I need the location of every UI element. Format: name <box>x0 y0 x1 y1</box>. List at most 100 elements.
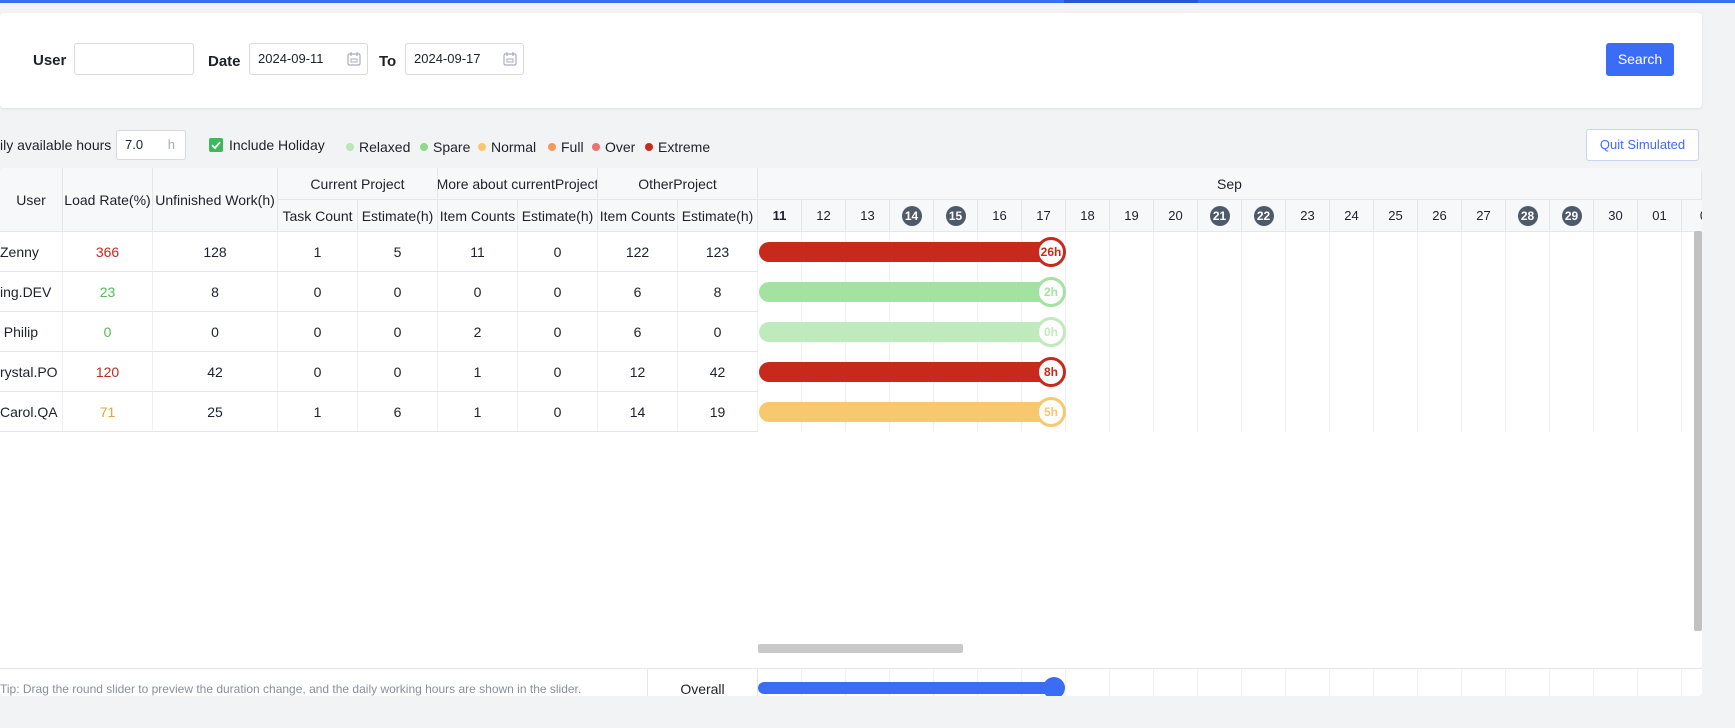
gantt-day-21: 21 <box>1198 200 1242 232</box>
horizontal-scrollbar[interactable] <box>758 644 963 653</box>
cell-current-estimate: 6 <box>358 392 438 432</box>
workload-bar-handle[interactable]: 0h <box>1036 317 1066 347</box>
cell-other-item-counts: 122 <box>598 232 678 272</box>
cell-load-rate: 366 <box>63 232 153 272</box>
date-to-value: 2024-09-17 <box>414 51 481 66</box>
cell-more-item-counts: 0 <box>438 272 518 312</box>
cell-other-item-counts: 6 <box>598 272 678 312</box>
header-other-estimate: Estimate(h) <box>678 200 758 232</box>
day-label: 24 <box>1344 208 1359 223</box>
day-label: 18 <box>1080 208 1095 223</box>
gantt-grid-line <box>1461 232 1462 432</box>
cell-load-rate: 23 <box>63 272 153 312</box>
workload-bar-handle[interactable]: 5h <box>1036 397 1066 427</box>
gantt-day-22: 22 <box>1242 200 1286 232</box>
date-filter-label: Date <box>208 53 241 70</box>
include-holiday-checkbox[interactable] <box>209 138 223 152</box>
cell-unfinished-work: 42 <box>153 352 278 392</box>
cell-more-estimate: 0 <box>518 392 598 432</box>
cell-other-item-counts: 14 <box>598 392 678 432</box>
cell-other-estimate: 123 <box>678 232 758 272</box>
cell-unfinished-work: 25 <box>153 392 278 432</box>
legend-item: Over <box>592 139 635 155</box>
cell-other-estimate: 0 <box>678 312 758 352</box>
gantt-month-header: Sep <box>758 168 1702 200</box>
weekend-day-badge: 21 <box>1209 205 1230 226</box>
date-from-value: 2024-09-11 <box>258 51 324 66</box>
workload-bar[interactable] <box>759 402 1057 422</box>
gantt-grid-line <box>1329 232 1330 432</box>
cell-user: ing.DEV <box>0 272 63 312</box>
workload-bar[interactable] <box>759 362 1057 382</box>
gantt-grid-line <box>1549 232 1550 432</box>
weekend-day-badge: 28 <box>1517 205 1538 226</box>
daily-hours-input[interactable]: 7.0 h <box>116 130 186 160</box>
workload-bar[interactable] <box>759 242 1057 262</box>
legend-dot-icon <box>346 143 354 151</box>
gantt-day-13: 13 <box>846 200 890 232</box>
gantt-day-24: 24 <box>1330 200 1374 232</box>
legend-label: Relaxed <box>359 139 411 155</box>
gantt-day-15: 15 <box>934 200 978 232</box>
gantt-day-19: 19 <box>1110 200 1154 232</box>
filter-panel: User Date 2024-09-11 To 2024-09-17 Searc… <box>0 13 1702 108</box>
cell-more-estimate: 0 <box>518 232 598 272</box>
workload-bar-handle[interactable]: 2h <box>1036 277 1066 307</box>
legend-label: Extreme <box>658 139 711 155</box>
cell-more-estimate: 0 <box>518 272 598 312</box>
workload-bar-handle[interactable]: 26h <box>1036 237 1066 267</box>
day-label: 0 <box>1700 208 1702 223</box>
legend-item: Normal <box>478 139 536 155</box>
day-label: 19 <box>1124 208 1139 223</box>
cell-more-item-counts: 1 <box>438 392 518 432</box>
workload-bar[interactable] <box>759 322 1057 342</box>
cell-other-estimate: 19 <box>678 392 758 432</box>
header-current-project: Current Project <box>278 168 438 200</box>
gantt-grid-line <box>1373 232 1374 432</box>
cell-user: Zenny <box>0 232 63 272</box>
cell-current-estimate: 0 <box>358 352 438 392</box>
vertical-scrollbar[interactable] <box>1694 231 1702 631</box>
legend-label: Over <box>605 139 636 155</box>
header-other-project: OtherProject <box>598 168 758 200</box>
legend-dot-icon <box>645 143 653 151</box>
search-button[interactable]: Search <box>1606 43 1674 76</box>
legend-dot-icon <box>478 143 486 151</box>
cell-more-estimate: 0 <box>518 352 598 392</box>
day-label: 13 <box>860 208 875 223</box>
gantt-day-30: 30 <box>1594 200 1638 232</box>
overall-duration-slider[interactable] <box>758 682 1056 694</box>
gantt-grid-line <box>1241 232 1242 432</box>
cell-task-count: 1 <box>278 232 358 272</box>
gantt-grid-line <box>1417 232 1418 432</box>
legend-dot-icon <box>592 143 600 151</box>
gantt-grid-line <box>1681 232 1682 432</box>
gantt-day-17: 17 <box>1022 200 1066 232</box>
weekend-day-badge: 29 <box>1561 205 1582 226</box>
header-more-estimate: Estimate(h) <box>518 200 598 232</box>
row-divider <box>0 431 758 432</box>
gantt-day-20: 20 <box>1154 200 1198 232</box>
workload-bar-handle[interactable]: 8h <box>1036 357 1066 387</box>
user-filter-input[interactable] <box>74 43 194 75</box>
gantt-day-0: 0 <box>1682 200 1702 232</box>
cell-other-estimate: 42 <box>678 352 758 392</box>
cell-unfinished-work: 128 <box>153 232 278 272</box>
gantt-grid-line <box>1285 232 1286 432</box>
header-other-item-counts: Item Counts <box>598 200 678 232</box>
cell-user: Carol.QA <box>0 392 63 432</box>
date-to-input[interactable]: 2024-09-17 <box>405 43 524 75</box>
cell-unfinished-work: 8 <box>153 272 278 312</box>
overall-slider-handle[interactable] <box>1043 677 1065 696</box>
day-label: 20 <box>1168 208 1183 223</box>
quit-simulated-button[interactable]: Quit Simulated <box>1586 129 1699 161</box>
gantt-grid-line <box>1593 232 1594 432</box>
workload-bar[interactable] <box>759 282 1057 302</box>
daily-hours-unit: h <box>167 137 175 152</box>
top-progress-segment <box>1064 0 1198 3</box>
workload-table: User Load Rate(%) Unfinished Work(h) Cur… <box>0 168 1702 696</box>
gantt-day-01: 01 <box>1638 200 1682 232</box>
cell-load-rate: 120 <box>63 352 153 392</box>
header-load-rate: Load Rate(%) <box>63 168 153 232</box>
date-from-input[interactable]: 2024-09-11 <box>249 43 368 75</box>
